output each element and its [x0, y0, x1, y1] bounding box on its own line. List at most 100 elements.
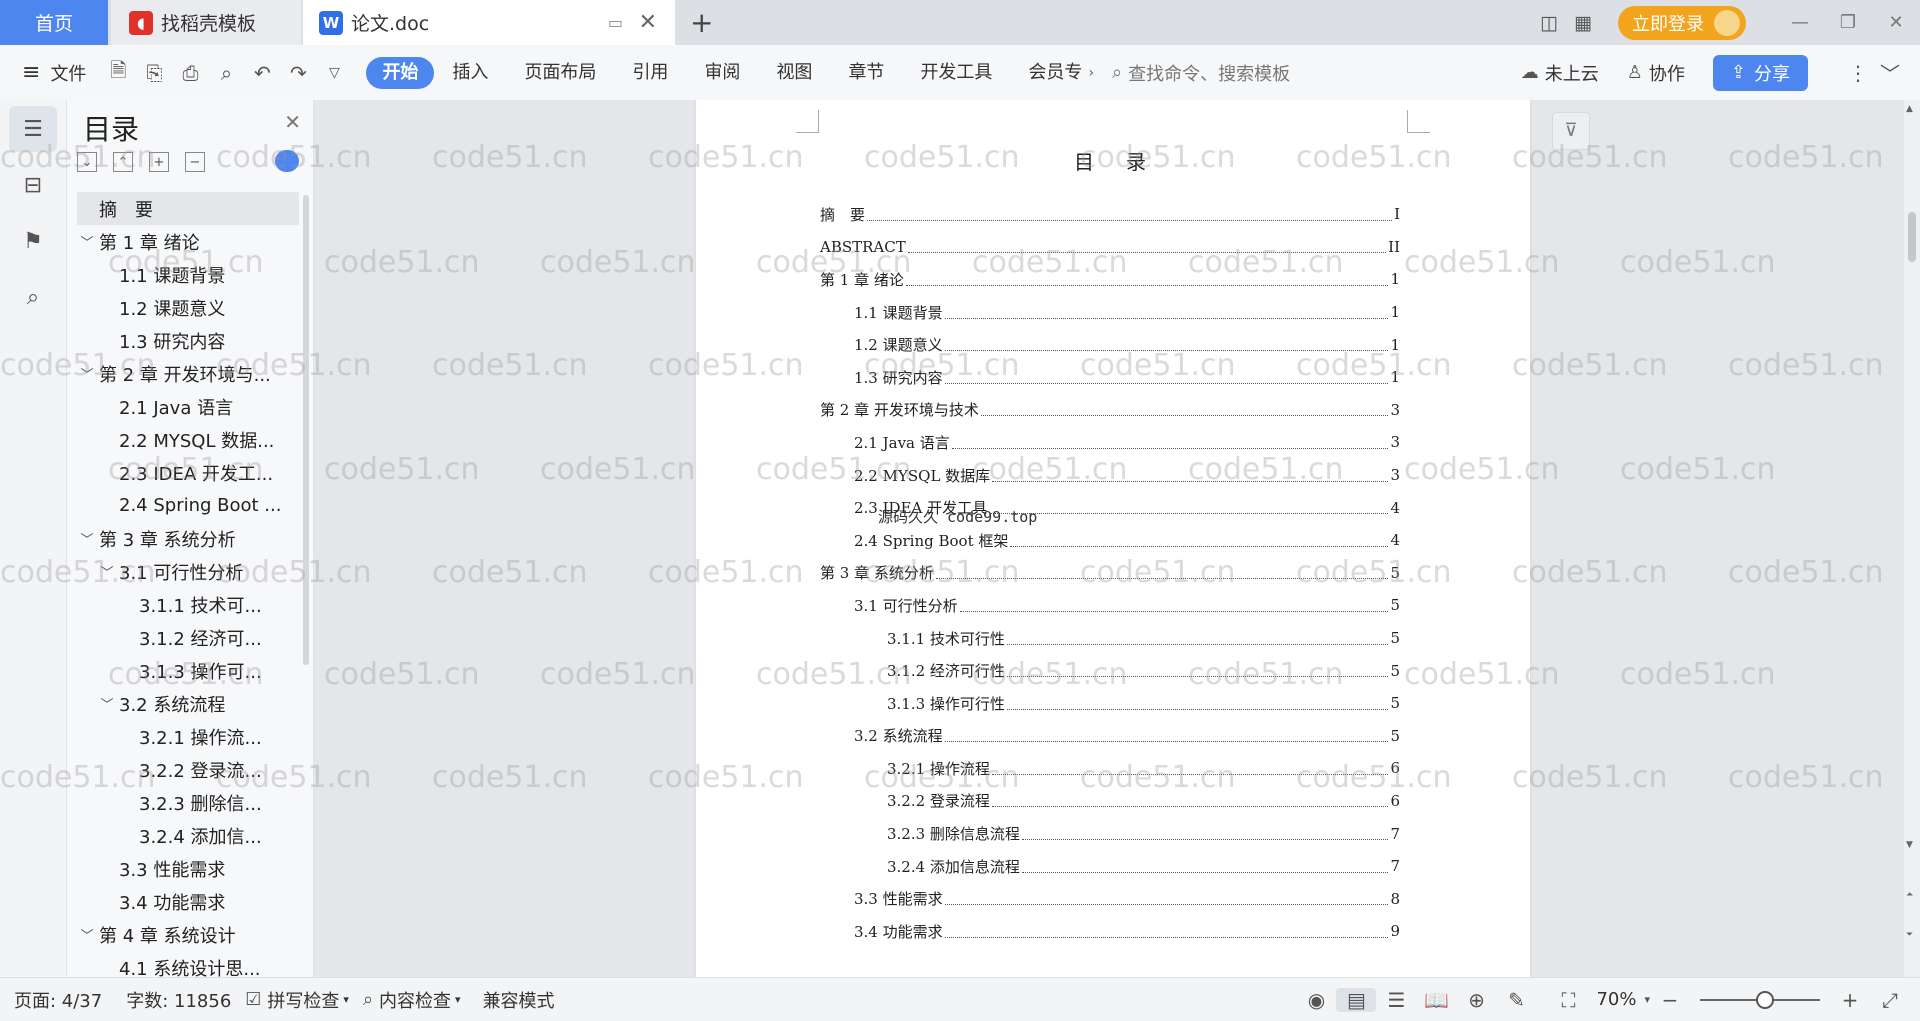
tab-view[interactable]: 视图: [758, 57, 830, 89]
file-menu[interactable]: ≡ 文件: [22, 60, 86, 86]
toc-tree-item[interactable]: 3.2.1 操作流...: [77, 720, 299, 753]
toc-tree-item[interactable]: ﹀ 第 3 章 系统分析: [77, 522, 299, 555]
collab-button[interactable]: ♙ 协作: [1627, 60, 1685, 86]
tab-document[interactable]: W 论文.doc ▭ ✕: [303, 0, 675, 45]
toc-entry[interactable]: 1.1 课题背景 1: [820, 296, 1400, 329]
toc-entry[interactable]: 3.1.1 技术可行性 5: [820, 622, 1400, 655]
minimize-icon[interactable]: —: [1776, 12, 1824, 33]
tab-member[interactable]: 会员专: [1010, 57, 1088, 89]
toc-entry[interactable]: 3.3 性能需求 8: [820, 882, 1400, 915]
ai-assistant-icon[interactable]: [275, 150, 299, 172]
collapse-ribbon-icon[interactable]: ﹀: [1880, 58, 1900, 87]
toc-tree-item[interactable]: 3.2.3 删除信...: [77, 786, 299, 819]
toc-entry[interactable]: 第 1 章 绪论 1: [820, 263, 1400, 296]
toc-entry[interactable]: ABSTRACT II: [820, 231, 1400, 264]
toc-entry[interactable]: 3.1.3 操作可行性 5: [820, 687, 1400, 720]
toc-tree-item[interactable]: 3.1.2 经济可...: [77, 621, 299, 654]
zoom-slider-knob[interactable]: [1756, 990, 1774, 1009]
export-icon[interactable]: ⎘: [136, 61, 172, 85]
toc-entry[interactable]: 2.1 Java 语言 3: [820, 426, 1400, 459]
toc-tree-item[interactable]: 2.1 Java 语言: [77, 390, 299, 423]
tab-developer[interactable]: 开发工具: [902, 57, 1010, 89]
command-search[interactable]: ⌕ 查找命令、搜索模板: [1112, 60, 1290, 86]
toc-entry[interactable]: 3.4 功能需求 9: [820, 915, 1400, 948]
toc-tree-item[interactable]: 2.4 Spring Boot ...: [77, 489, 299, 522]
toc-tree-item[interactable]: 3.2.4 添加信...: [77, 819, 299, 852]
toc-entry[interactable]: 3.1 可行性分析 5: [820, 589, 1400, 622]
web-view-icon[interactable]: ⊕: [1456, 988, 1496, 1012]
close-tab-icon[interactable]: ✕: [639, 10, 657, 35]
toc-tree-item[interactable]: 摘 要: [77, 192, 299, 225]
eye-protect-icon[interactable]: ◉: [1296, 988, 1336, 1012]
toc-entry[interactable]: 3.2.1 操作流程 6: [820, 752, 1400, 785]
toc-pane-icon[interactable]: ☰: [9, 106, 57, 152]
print-preview-icon[interactable]: ⌕: [208, 61, 244, 85]
toc-entry[interactable]: 3.2.4 添加信息流程 7: [820, 850, 1400, 883]
fullscreen-icon[interactable]: ⤢: [1870, 988, 1910, 1012]
toc-tree-item[interactable]: 1.2 课题意义: [77, 291, 299, 324]
undo-icon[interactable]: ↶: [244, 61, 280, 85]
toc-tree-item[interactable]: 3.2.2 登录流...: [77, 753, 299, 786]
chevron-right-icon[interactable]: ›: [1088, 65, 1094, 81]
restore-icon[interactable]: ❐: [1824, 12, 1872, 33]
navigation-icon[interactable]: ⊟: [9, 162, 57, 208]
toc-tree-item[interactable]: ﹀ 第 1 章 绪论: [77, 225, 299, 258]
content-check[interactable]: ⌕ 内容检查 ▾: [363, 987, 461, 1013]
remove-item-icon[interactable]: −: [185, 152, 205, 172]
zoom-slider[interactable]: [1700, 990, 1820, 1009]
toc-tree-item[interactable]: 2.2 MYSQL 数据...: [77, 423, 299, 456]
reading-view-icon[interactable]: 📖: [1416, 988, 1456, 1012]
outline-view-icon[interactable]: ☰: [1376, 988, 1416, 1012]
save-icon[interactable]: 🗎: [100, 56, 136, 90]
word-count[interactable]: 字数: 11856: [126, 987, 231, 1013]
scroll-thumb[interactable]: [1908, 212, 1916, 262]
spell-check[interactable]: ☑ 拼写检查 ▾: [245, 987, 349, 1013]
apps-grid-icon[interactable]: ▦: [1566, 12, 1600, 34]
toc-tree-item[interactable]: 2.3 IDEA 开发工...: [77, 456, 299, 489]
page-count[interactable]: 页面: 4/37: [14, 987, 102, 1013]
toc-tree-item[interactable]: 3.1.1 技术可...: [77, 588, 299, 621]
toc-entry[interactable]: 第 3 章 系统分析 5: [820, 557, 1400, 590]
scroll-up-icon[interactable]: ▲: [1906, 104, 1913, 114]
toc-scrollbar[interactable]: [303, 195, 309, 665]
pen-icon[interactable]: ✎: [1496, 988, 1536, 1012]
more-dropdown-icon[interactable]: ▽: [316, 65, 352, 81]
tab-templates[interactable]: ◖ 找稻壳模板: [111, 0, 301, 45]
add-item-icon[interactable]: +: [149, 152, 169, 172]
toc-entry[interactable]: 2.2 MYSQL 数据库 3: [820, 459, 1400, 492]
zoom-out-icon[interactable]: −: [1650, 988, 1690, 1012]
expand-caret-icon[interactable]: ﹀: [77, 529, 97, 548]
more-icon[interactable]: ⋮: [1848, 61, 1868, 85]
toc-entry[interactable]: 1.2 课题意义 1: [820, 328, 1400, 361]
filter-float-icon[interactable]: ⊽: [1552, 112, 1590, 150]
toc-entry[interactable]: 摘 要I: [820, 198, 1400, 231]
bookmark-icon[interactable]: ⚑: [9, 218, 57, 264]
new-tab-button[interactable]: +: [690, 6, 713, 39]
toc-tree-item[interactable]: 3.1.3 操作可...: [77, 654, 299, 687]
toc-tree-item[interactable]: 1.1 课题背景: [77, 258, 299, 291]
expand-caret-icon[interactable]: ﹀: [97, 694, 117, 713]
toc-tree-item[interactable]: ﹀ 3.2 系统流程: [77, 687, 299, 720]
expand-all-icon[interactable]: ⌄: [77, 152, 97, 172]
vertical-scrollbar[interactable]: ▲ ▼ ⏶ ⏷: [1904, 100, 1920, 977]
next-page-icon[interactable]: ⏷: [1906, 930, 1913, 940]
fit-page-icon[interactable]: ⛶: [1548, 988, 1588, 1012]
login-button[interactable]: 立即登录: [1618, 5, 1746, 40]
tab-insert[interactable]: 插入: [434, 57, 506, 89]
toc-tree-item[interactable]: 3.3 性能需求: [77, 852, 299, 885]
toc-tree-item[interactable]: ﹀ 第 4 章 系统设计: [77, 918, 299, 951]
toc-entry[interactable]: 1.3 研究内容 1: [820, 361, 1400, 394]
layout-icon[interactable]: ◫: [1532, 12, 1566, 34]
share-button[interactable]: ⇪ 分享: [1712, 54, 1808, 91]
collapse-all-icon[interactable]: ⌃: [113, 152, 133, 172]
expand-caret-icon[interactable]: ﹀: [97, 562, 117, 581]
find-icon[interactable]: ⌕: [9, 274, 57, 320]
zoom-level[interactable]: 70%: [1596, 989, 1636, 1010]
redo-icon[interactable]: ↷: [280, 61, 316, 85]
tab-section[interactable]: 章节: [830, 57, 902, 89]
expand-caret-icon[interactable]: ﹀: [77, 925, 97, 944]
tab-review[interactable]: 审阅: [686, 57, 758, 89]
toc-entry[interactable]: 3.2.2 登录流程 6: [820, 785, 1400, 818]
toc-entry[interactable]: 2.4 Spring Boot 框架 4: [820, 524, 1400, 557]
toc-entry[interactable]: 3.2.3 删除信息流程 7: [820, 817, 1400, 850]
